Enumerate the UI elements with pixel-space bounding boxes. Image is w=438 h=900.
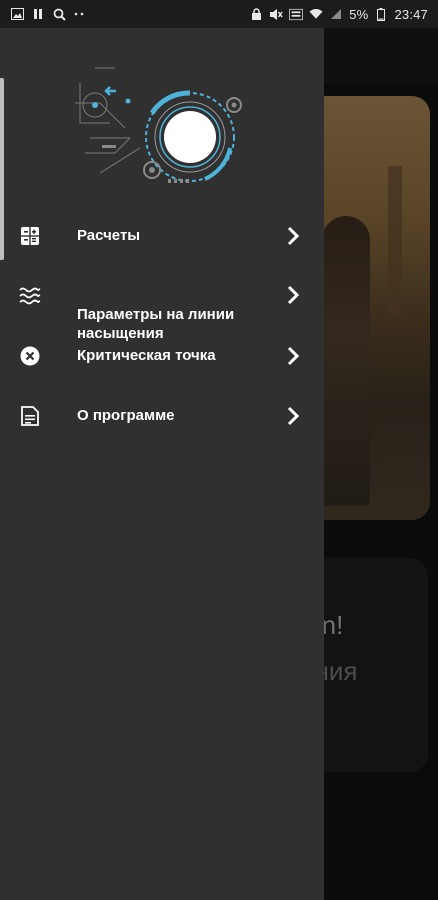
volte-icon: [289, 7, 304, 21]
cancel-circle-icon: [19, 345, 41, 367]
menu-label: Расчеты: [77, 227, 141, 244]
navigation-drawer: Расчеты Параметры на линии насыщения Кри…: [0, 28, 324, 900]
signal-icon: [329, 7, 343, 21]
chevron-right-icon: [284, 405, 302, 427]
menu-item-saturation-line[interactable]: Параметры на линии насыщения: [0, 264, 324, 342]
pause-icon: [31, 7, 45, 21]
document-icon: [19, 405, 41, 427]
mute-icon: [269, 7, 283, 21]
waves-icon: [19, 285, 41, 307]
drawer-header-logo: [70, 53, 250, 183]
menu-item-calculations[interactable]: Расчеты: [0, 216, 324, 256]
chevron-right-icon: [284, 225, 302, 247]
menu-item-critical-point[interactable]: Критическая точка: [0, 336, 324, 376]
wifi-icon: [309, 7, 323, 21]
chevron-right-icon: [284, 284, 302, 306]
battery-icon: [374, 7, 388, 21]
lock-icon: [249, 7, 263, 21]
chevron-right-icon: [284, 345, 302, 367]
menu-item-about[interactable]: О программе: [0, 396, 324, 436]
calculator-icon: [19, 225, 41, 247]
status-time: 23:47: [394, 6, 428, 22]
search-icon: [52, 7, 66, 21]
battery-percent: 5%: [349, 6, 369, 22]
image-icon: [10, 7, 24, 21]
more-dots-icon: [73, 7, 87, 21]
menu-label: О программе: [77, 407, 175, 424]
menu-label: Критическая точка: [77, 347, 216, 364]
status-bar: 5% 23:47: [0, 0, 438, 28]
